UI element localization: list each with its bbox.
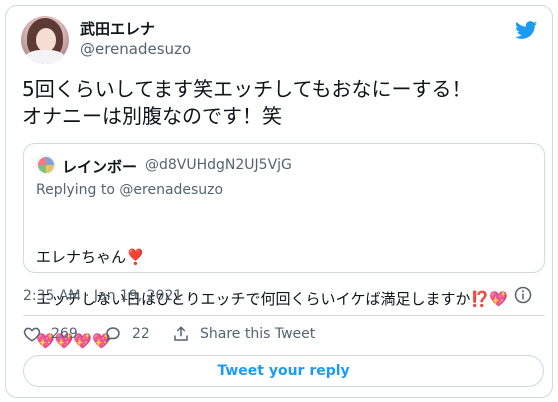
- replying-handle[interactable]: @erenadesuzo: [119, 182, 223, 198]
- tweet-actions: 269 22 Share this Tweet: [23, 321, 523, 347]
- reply-bubble-icon: [106, 327, 120, 342]
- heart-exclamation-icon: ❣️: [126, 248, 145, 266]
- divider: [23, 315, 545, 316]
- avatar-face: [36, 28, 56, 52]
- author-name[interactable]: 武田エレナ: [80, 18, 155, 39]
- quote-author-handle[interactable]: @d8VUHdgN2UJ5VjG: [145, 157, 292, 173]
- share-button[interactable]: Share this Tweet: [172, 321, 315, 347]
- quoted-tweet[interactable]: レインボー @d8VUHdgN2UJ5VjG Replying to @eren…: [23, 143, 545, 350]
- twitter-bird-icon[interactable]: [514, 19, 539, 41]
- like-button[interactable]: 269: [23, 321, 78, 347]
- quote-line-1-text: エレナちゃん: [36, 248, 127, 266]
- quote-avatar[interactable]: [36, 155, 56, 175]
- tweet-timestamp[interactable]: 2:35 AM · Jan 19, 2021: [23, 288, 182, 304]
- info-icon[interactable]: [514, 286, 532, 304]
- avatar-shirt: [25, 50, 65, 64]
- quote-line-1: エレナちゃん❣️: [36, 226, 541, 268]
- quote-author-name[interactable]: レインボー: [62, 156, 137, 177]
- tweet-your-reply-button[interactable]: Tweet your reply: [23, 355, 544, 387]
- share-label: Share this Tweet: [200, 326, 316, 342]
- heart-icon: [23, 327, 41, 342]
- reply-count: 22: [132, 326, 150, 342]
- author-handle[interactable]: @erenadesuzo: [80, 40, 191, 58]
- tweet-text: 5回くらいしてます笑エッチしてもおなにーする！ オナニーは別腹なのです！笑: [22, 77, 472, 128]
- author-avatar[interactable]: [21, 16, 69, 64]
- tweet-card: 武田エレナ @erenadesuzo 5回くらいしてます笑エッチしてもおなにーす…: [5, 5, 553, 398]
- share-icon: [174, 326, 188, 341]
- like-count: 269: [51, 326, 78, 342]
- replying-prefix: Replying to: [36, 182, 115, 198]
- reply-button[interactable]: 22: [104, 321, 150, 347]
- replying-to: Replying to @erenadesuzo: [36, 182, 223, 198]
